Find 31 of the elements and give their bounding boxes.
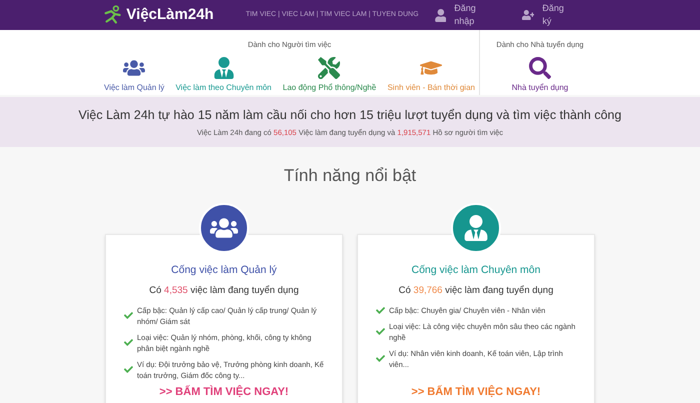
category-link[interactable]: Việc làm theo Chuyên môn xyxy=(176,57,272,94)
register-link[interactable]: Đăng ký xyxy=(522,2,572,28)
user-tie-icon xyxy=(212,57,235,80)
section-title: Tính năng nổi bật xyxy=(284,165,416,187)
category-link[interactable]: Lao động Phổ thông/Nghề xyxy=(282,57,376,94)
employer-link[interactable]: Nhà tuyển dụng xyxy=(512,57,568,94)
user-icon xyxy=(434,8,446,22)
banner-title: Việc Làm 24h tự hào 15 năm làm cầu nối cho hơn 15 triệu lượt tuyển dụng và tìm việc thành công xyxy=(78,106,622,124)
search-icon xyxy=(529,57,551,80)
check-icon xyxy=(124,311,133,320)
category-label[interactable]: Việc làm theo Chuyên môn xyxy=(176,82,272,94)
runner-logo-icon xyxy=(102,5,122,25)
check-icon xyxy=(124,338,133,347)
category-label[interactable]: Việc làm Quản lý xyxy=(104,82,164,94)
check-icon xyxy=(376,306,385,314)
category-link[interactable]: Việc làm Quản lý xyxy=(104,57,164,94)
check-icon xyxy=(376,354,385,363)
user-plus-icon xyxy=(522,8,534,22)
card-count: Có 39,766 việc làm đang tuyển dụng xyxy=(398,284,554,298)
logo-text[interactable]: ViệcLàm24h xyxy=(126,4,214,26)
category-label[interactable]: Lao động Phổ thông/Nghề xyxy=(282,82,376,94)
card-count: Có 4,535 việc làm đang tuyển dụng xyxy=(149,284,299,298)
card-title[interactable]: Cống việc làm Quản lý xyxy=(171,262,277,278)
user-tie-icon xyxy=(463,214,489,240)
tools-icon xyxy=(318,57,340,80)
card-title[interactable]: Cống việc làm Chuyên môn xyxy=(412,262,540,278)
find-job-button[interactable]: >> BẤM TÌM VIỆC NGAY! xyxy=(159,384,289,400)
check-icon xyxy=(124,365,133,374)
login-link[interactable]: Đăng nhập xyxy=(434,2,494,28)
check-icon xyxy=(376,327,385,336)
employer-label[interactable]: Nhà tuyển dụng xyxy=(512,82,568,94)
